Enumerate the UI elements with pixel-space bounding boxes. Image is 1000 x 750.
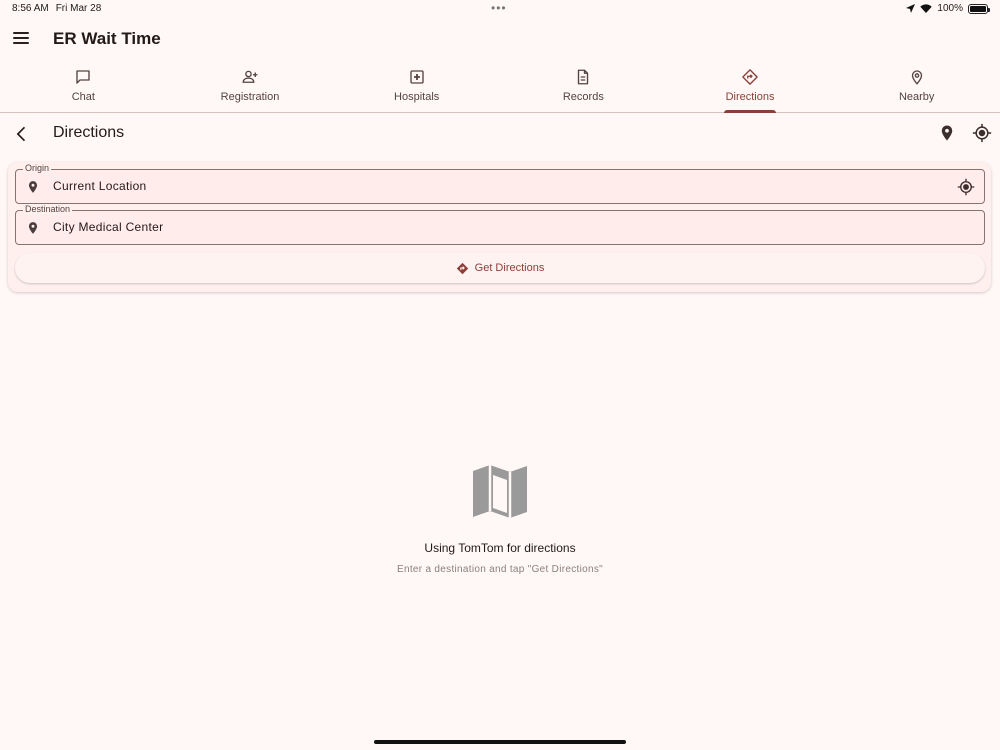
status-bar-right: 100% <box>906 3 990 14</box>
status-date: Fri Mar 28 <box>55 3 102 14</box>
hospital-icon <box>409 70 424 84</box>
app-title: ER Wait Time <box>53 29 161 48</box>
destination-field[interactable]: Destination City Medical Center <box>15 204 985 245</box>
status-time: 8:56 AM <box>12 3 49 14</box>
directions-icon <box>742 69 758 85</box>
empty-state-subtitle: Enter a destination and tap "Get Directi… <box>397 564 603 575</box>
map-pin-button-icon[interactable] <box>938 124 956 142</box>
destination-value[interactable]: City Medical Center <box>53 220 163 234</box>
get-directions-button[interactable]: Get Directions <box>15 253 985 283</box>
location-arrow-icon <box>906 4 916 13</box>
tab-records[interactable]: Records <box>500 62 667 112</box>
home-indicator[interactable] <box>374 740 626 744</box>
origin-label: Origin <box>23 163 52 174</box>
battery-percent: 100% <box>937 3 963 14</box>
wifi-icon <box>920 4 933 13</box>
tab-chat[interactable]: Chat <box>0 62 167 112</box>
origin-value[interactable]: Current Location <box>53 179 147 193</box>
get-directions-label: Get Directions <box>474 262 545 274</box>
empty-state-title: Using TomTom for directions <box>424 541 576 555</box>
tab-nearby[interactable]: Nearby <box>833 62 1000 112</box>
tab-hospitals[interactable]: Hospitals <box>333 62 500 112</box>
map-icon <box>473 465 527 518</box>
tab-label: Nearby <box>898 91 935 103</box>
status-bar-left: 8:56 AM Fri Mar 28 <box>12 3 101 14</box>
origin-field[interactable]: Origin Current Location <box>15 163 985 204</box>
directions-icon <box>456 262 468 274</box>
tab-label: Registration <box>220 91 280 103</box>
destination-label: Destination <box>23 204 73 215</box>
active-tab-indicator <box>724 110 777 113</box>
tab-label: Directions <box>725 91 775 103</box>
my-location-icon[interactable] <box>972 123 992 143</box>
tab-bar: Chat Registration Hospitals Records Dire… <box>0 62 1000 113</box>
location-pin-icon <box>911 70 922 85</box>
back-arrow-icon[interactable] <box>12 124 32 144</box>
tab-directions[interactable]: Directions <box>667 62 834 113</box>
chat-icon <box>76 70 91 84</box>
location-pin-icon <box>28 222 38 234</box>
person-add-icon <box>242 70 258 83</box>
multitask-dots-icon[interactable]: ••• <box>491 1 507 15</box>
directions-card: Origin Current Location Destination City… <box>8 162 991 292</box>
battery-icon <box>968 3 990 14</box>
my-location-icon[interactable] <box>957 178 975 196</box>
location-pin-icon <box>28 181 38 193</box>
menu-icon[interactable] <box>13 32 29 46</box>
tab-label: Records <box>562 91 604 103</box>
tab-label: Hospitals <box>394 91 440 103</box>
tab-registration[interactable]: Registration <box>167 62 334 112</box>
tab-label: Chat <box>71 91 95 103</box>
page-title: Directions <box>53 124 125 141</box>
document-icon <box>578 69 589 85</box>
